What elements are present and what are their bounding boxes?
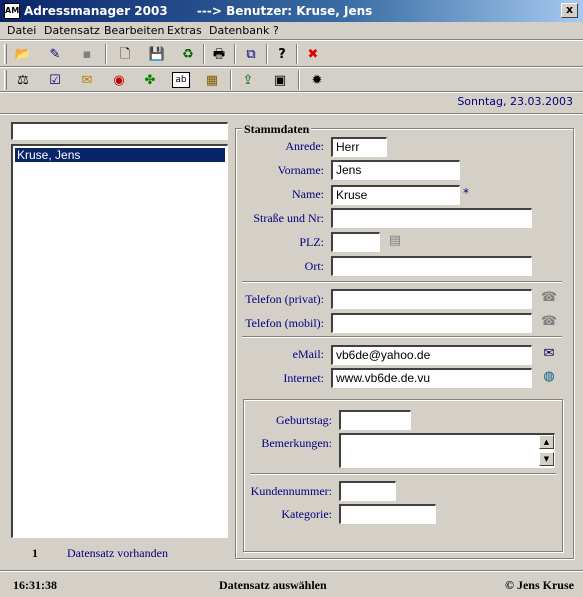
name-field[interactable]: Kruse [331,185,460,205]
exit-icon[interactable]: ✖ [302,43,324,65]
vorname-label: Vorname: [277,163,324,177]
menu-datensatz[interactable]: Datensatz [44,24,100,37]
tel-mobil-label: Telefon (mobil): [245,316,324,330]
view-icon[interactable]: ◉ [108,69,130,91]
close-button[interactable]: x [561,3,578,18]
menu-bearbeiten[interactable]: Bearbeiten [104,24,164,37]
clover-icon[interactable]: ✤ [139,69,161,91]
geburtstag-field[interactable] [339,410,411,430]
menu-datenbank[interactable]: Datenbank [209,24,269,37]
kategorie-label: Kategorie: [281,507,332,521]
kundennummer-label: Kundennummer: [250,484,332,498]
toolbar-main: 📂 ✎ ▪ 🗋 💾 ♻ 🖶 ⧉ ? ✖ [0,41,583,67]
name-label: Name: [292,187,324,201]
plz-lookup-icon[interactable]: ▤ [386,233,404,249]
toolbar-separator [298,70,300,90]
card-icon[interactable]: ▣ [269,69,291,91]
toolbar-grip [4,44,7,64]
tel-privat-field[interactable] [331,289,532,309]
phone-icon[interactable]: ☎ [540,290,558,306]
header-separator-line [0,113,583,115]
date-display: Sonntag, 23.03.2003 [457,95,573,108]
divider [242,336,562,338]
plz-label: PLZ: [299,235,324,249]
anrede-field[interactable]: Herr [331,137,387,157]
print-icon[interactable]: 🖶 [208,43,230,65]
search-input[interactable] [11,122,228,140]
new-document-icon[interactable]: 🗋 [114,43,136,65]
strasse-field[interactable] [331,208,532,228]
tel-mobil-field[interactable] [331,313,532,333]
record-count: 1 [32,546,38,560]
plz-field[interactable] [331,232,380,252]
toolbar-secondary: ⚖ ☑ ✉ ◉ ✤ ab ▦ ⇪ ▣ ✹ [0,68,583,92]
textfield-icon[interactable]: ab [172,72,190,88]
bemerkungen-field[interactable] [339,433,555,468]
bemerkungen-label: Bemerkungen: [261,436,332,450]
required-marker: * [463,186,469,200]
internet-field[interactable]: www.vb6de.de.vu [331,368,532,388]
kategorie-field[interactable] [339,504,436,524]
toolbar-separator [296,44,298,64]
record-count-label: Datensatz vorhanden [67,546,168,560]
menu-help[interactable]: ? [273,24,279,37]
scroll-up-button[interactable]: ▲ [539,435,554,449]
divider [250,473,556,475]
menu-bar: Datei Datensatz Bearbeiten Extras Datenb… [0,22,583,40]
toolbar-grip [4,70,7,90]
list-item[interactable]: Kruse, Jens [15,148,225,162]
copy-icon[interactable]: ⧉ [240,43,262,65]
status-bar: 16:31:38 Datensatz auswählen © Jens Krus… [0,573,583,597]
save-icon[interactable]: 💾 [146,43,168,65]
status-time: 16:31:38 [13,578,57,592]
settings-icon[interactable]: ✹ [306,69,328,91]
toolbar-separator [203,44,205,64]
status-separator [0,570,583,572]
status-message: Datensatz auswählen [219,578,327,592]
checklist-icon[interactable]: ☑ [44,69,66,91]
help-icon[interactable]: ? [271,43,293,65]
open-folder-icon[interactable]: 📂 [12,43,34,65]
export-icon[interactable]: ⇪ [237,69,259,91]
ort-label: Ort: [304,259,324,273]
tel-privat-label: Telefon (privat): [245,292,324,306]
strasse-label: Straße und Nr: [253,211,324,225]
globe-icon[interactable]: ◍ [540,369,558,385]
toolbar-separator [266,44,268,64]
title-bar[interactable]: AM Adressmanager 2003 ---> Benutzer: Kru… [0,0,583,22]
birthday-icon[interactable]: ✉ [76,69,98,91]
toolbar-separator-line [0,91,583,93]
anrede-label: Anrede: [285,139,324,153]
toolbar-separator [230,70,232,90]
edit-record-icon[interactable]: ✎ [44,43,66,65]
divider [242,281,562,283]
email-label: eMail: [292,347,324,361]
scale-icon[interactable]: ⚖ [12,69,34,91]
app-icon: AM [4,3,20,19]
box-icon[interactable]: ▪ [76,43,98,65]
toolbar-separator [234,44,236,64]
record-list[interactable]: Kruse, Jens [11,144,228,538]
recycle-icon[interactable]: ♻ [177,43,199,65]
toolbar-separator [105,44,107,64]
kundennummer-field[interactable] [339,481,396,501]
phone-icon[interactable]: ☎ [540,314,558,330]
scroll-down-button[interactable]: ▼ [539,452,554,466]
ort-field[interactable] [331,256,532,276]
database-icon[interactable]: ▦ [201,69,223,91]
status-copyright: © Jens Kruse [505,578,574,592]
menu-datei[interactable]: Datei [7,24,36,37]
window-title: Adressmanager 2003 ---> Benutzer: Kruse,… [24,4,373,18]
internet-label: Internet: [283,371,324,385]
vorname-field[interactable]: Jens [331,160,460,180]
email-icon[interactable]: ✉ [540,346,558,362]
group-title: Stammdaten [242,122,312,137]
geburtstag-label: Geburtstag: [276,413,332,427]
email-field[interactable]: vb6de@yahoo.de [331,345,532,365]
menu-extras[interactable]: Extras [167,24,202,37]
